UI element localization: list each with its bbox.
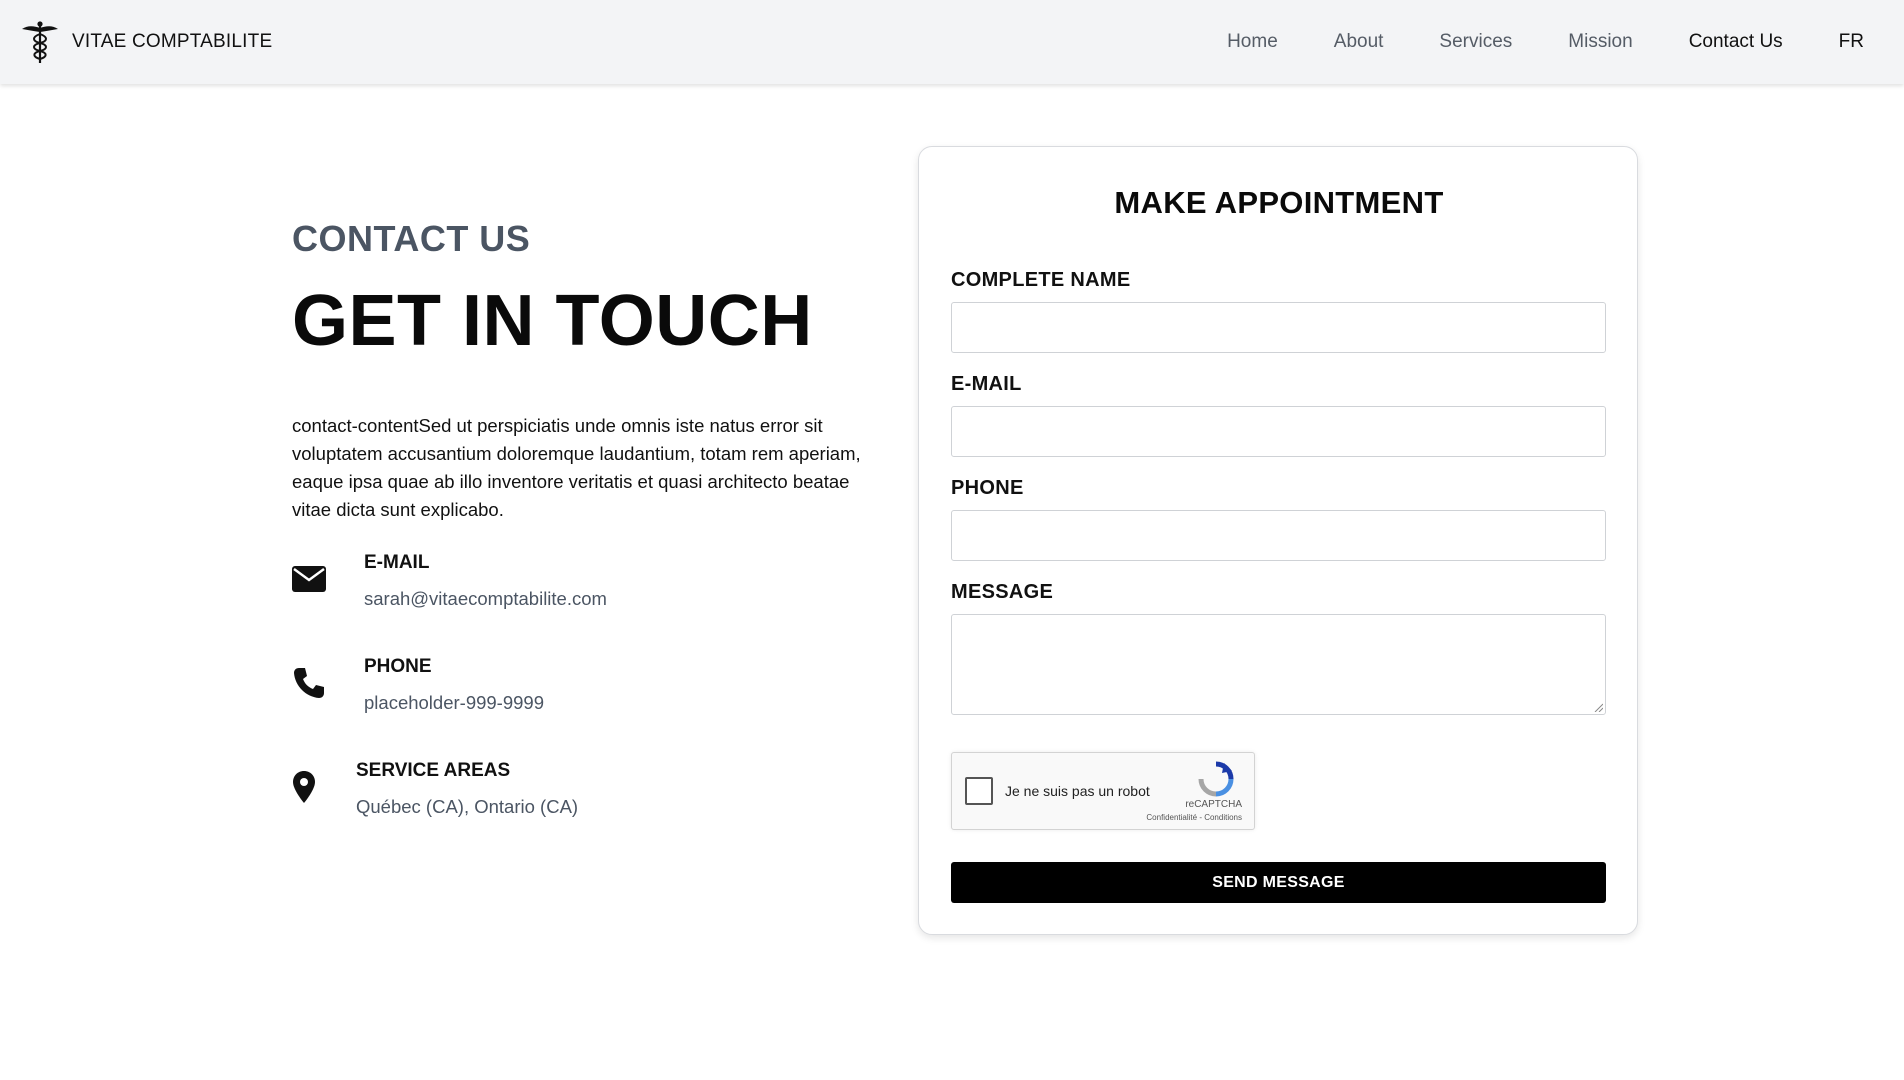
form-title: MAKE APPOINTMENT: [1114, 185, 1444, 220]
nav-about[interactable]: About: [1334, 31, 1384, 53]
recaptcha-widget: Je ne suis pas un robot reCAPTCHA Confid…: [951, 752, 1255, 830]
phone-label: PHONE: [951, 477, 1024, 499]
section-eyebrow: CONTACT US: [292, 218, 531, 259]
phone-field[interactable]: [951, 510, 1606, 561]
message-label: MESSAGE: [951, 581, 1054, 603]
language-toggle[interactable]: FR: [1839, 31, 1864, 53]
brand-name: VITAE COMPTABILITE: [72, 31, 273, 52]
contact-email: E-MAIL sarah@vitaecomptabilite.com: [292, 552, 607, 610]
map-pin-icon: [292, 770, 316, 804]
nav-services[interactable]: Services: [1439, 31, 1512, 53]
site-header: VITAE COMPTABILITE Home About Services M…: [0, 0, 1904, 84]
service-areas-value: Québec (CA), Ontario (CA): [356, 796, 579, 817]
resize-grip-icon[interactable]: [1593, 702, 1603, 712]
captcha-brand: reCAPTCHA: [1185, 799, 1242, 810]
name-field[interactable]: [951, 302, 1606, 353]
email-title: E-MAIL: [364, 552, 430, 573]
message-field[interactable]: [951, 614, 1606, 715]
email-label: E-MAIL: [951, 373, 1022, 395]
captcha-checkbox[interactable]: [965, 777, 993, 805]
send-message-button[interactable]: SEND MESSAGE: [951, 862, 1606, 903]
email-field[interactable]: [951, 406, 1606, 457]
nav-mission[interactable]: Mission: [1568, 31, 1632, 53]
envelope-icon: [292, 562, 326, 596]
captcha-label: Je ne suis pas un robot: [1005, 783, 1150, 799]
nav-contact-us[interactable]: Contact Us: [1689, 31, 1783, 53]
captcha-links[interactable]: Confidentialité - Conditions: [1146, 813, 1242, 822]
service-areas-title: SERVICE AREAS: [356, 760, 511, 781]
phone-icon: [292, 666, 326, 700]
main-nav: Home About Services Mission Contact Us F…: [1171, 0, 1864, 84]
contact-phone: PHONE placeholder-999-9999: [292, 656, 544, 714]
caduceus-icon: [22, 21, 58, 63]
nav-home[interactable]: Home: [1227, 31, 1278, 53]
recaptcha-icon: [1198, 761, 1234, 797]
appointment-form-card: MAKE APPOINTMENT COMPLETE NAME E-MAIL PH…: [918, 146, 1638, 935]
intro-text: contact-contentSed ut perspiciatis unde …: [292, 415, 861, 520]
phone-title: PHONE: [364, 656, 432, 677]
email-value[interactable]: sarah@vitaecomptabilite.com: [364, 588, 607, 610]
page-title: GET IN TOUCH: [292, 281, 813, 361]
phone-value[interactable]: placeholder-999-9999: [364, 692, 544, 714]
brand[interactable]: VITAE COMPTABILITE: [20, 20, 272, 64]
name-label: COMPLETE NAME: [951, 269, 1131, 291]
contact-service-areas: SERVICE AREAS Québec (CA), Ontario (CA): [292, 760, 578, 818]
